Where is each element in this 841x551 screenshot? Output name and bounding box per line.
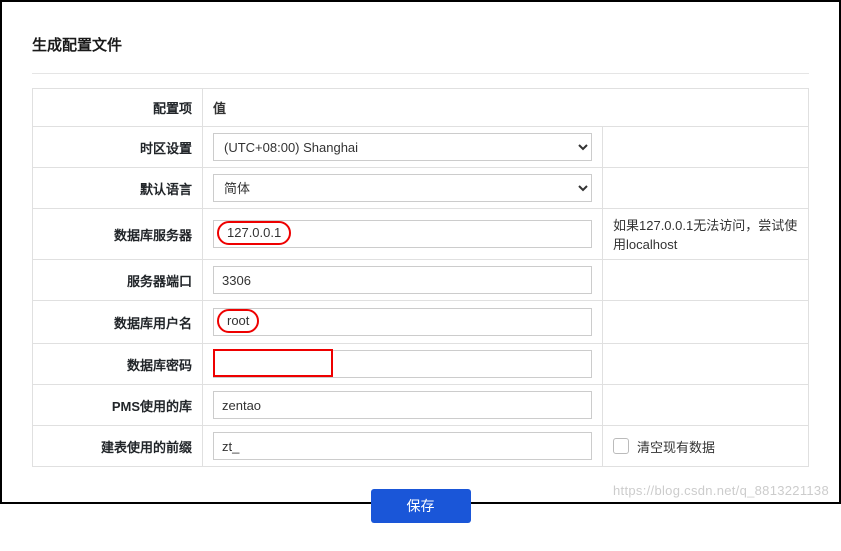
config-table: 配置项 值 时区设置 (UTC+08:00) Shanghai 默认语言 简体 xyxy=(32,88,809,467)
hint-timezone xyxy=(603,127,809,168)
row-dbuser: 数据库用户名 root xyxy=(33,301,809,344)
label-port: 服务器端口 xyxy=(33,260,203,301)
language-select[interactable]: 简体 xyxy=(213,174,592,202)
port-input[interactable] xyxy=(213,266,592,294)
hint-dbserver: 如果127.0.0.1无法访问，尝试使用localhost xyxy=(603,209,809,260)
hint-dbpassword xyxy=(603,344,809,385)
hint-language xyxy=(603,168,809,209)
divider xyxy=(32,73,809,74)
label-pmsdb: PMS使用的库 xyxy=(33,385,203,426)
table-header-row: 配置项 值 xyxy=(33,89,809,127)
dbserver-input[interactable] xyxy=(213,220,592,248)
row-dbserver: 数据库服务器 127.0.0.1 如果127.0.0.1无法访问，尝试使用loc… xyxy=(33,209,809,260)
save-button[interactable]: 保存 xyxy=(371,489,471,523)
prefix-input[interactable] xyxy=(213,432,592,460)
row-timezone: 时区设置 (UTC+08:00) Shanghai xyxy=(33,127,809,168)
clear-data-label: 清空现有数据 xyxy=(637,437,715,456)
pmsdb-input[interactable] xyxy=(213,391,592,419)
header-label: 配置项 xyxy=(33,89,203,127)
hint-pmsdb xyxy=(603,385,809,426)
timezone-select[interactable]: (UTC+08:00) Shanghai xyxy=(213,133,592,161)
label-prefix: 建表使用的前缀 xyxy=(33,426,203,467)
header-value: 值 xyxy=(203,89,809,127)
watermark: https://blog.csdn.net/q_8813221138 xyxy=(613,483,829,498)
dbpassword-input[interactable] xyxy=(213,350,592,378)
hint-dbuser xyxy=(603,301,809,344)
label-timezone: 时区设置 xyxy=(33,127,203,168)
dbuser-input[interactable] xyxy=(213,308,592,336)
row-port: 服务器端口 xyxy=(33,260,809,301)
page-title: 生成配置文件 xyxy=(32,22,809,73)
row-language: 默认语言 简体 xyxy=(33,168,809,209)
hint-port xyxy=(603,260,809,301)
row-prefix: 建表使用的前缀 清空现有数据 xyxy=(33,426,809,467)
label-dbpassword: 数据库密码 xyxy=(33,344,203,385)
row-pmsdb: PMS使用的库 xyxy=(33,385,809,426)
label-language: 默认语言 xyxy=(33,168,203,209)
row-dbpassword: 数据库密码 xyxy=(33,344,809,385)
label-dbuser: 数据库用户名 xyxy=(33,301,203,344)
label-dbserver: 数据库服务器 xyxy=(33,209,203,260)
clear-data-checkbox[interactable] xyxy=(613,438,629,454)
